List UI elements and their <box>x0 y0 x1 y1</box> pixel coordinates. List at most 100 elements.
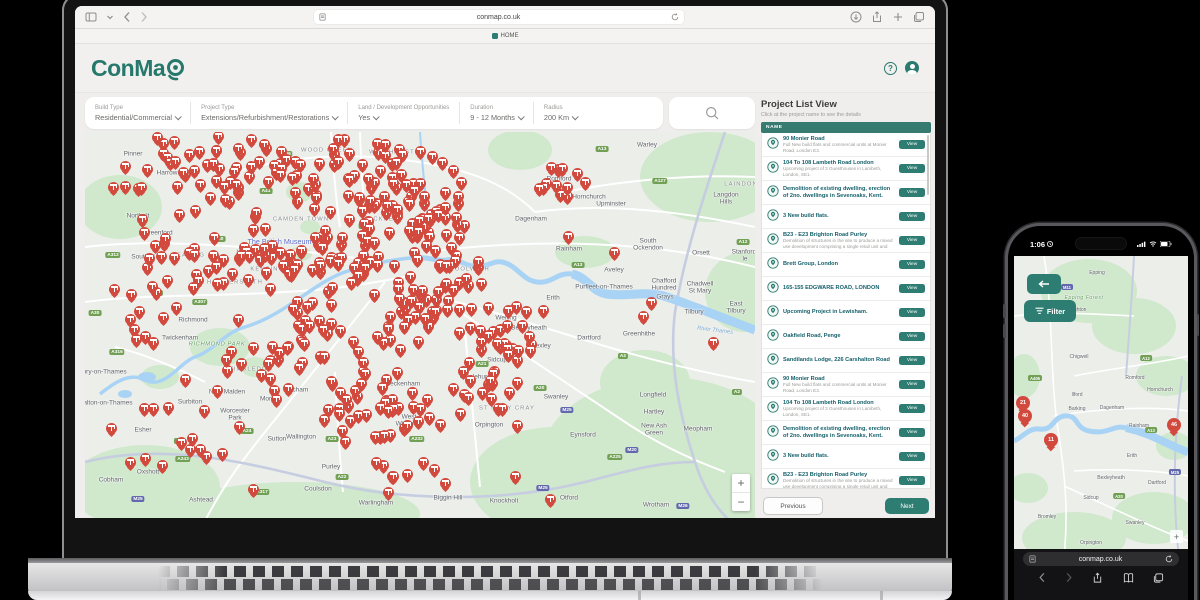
map-pin[interactable] <box>275 169 286 180</box>
map-pin[interactable] <box>524 331 535 342</box>
map-pin[interactable] <box>354 192 365 203</box>
map-pin[interactable] <box>263 176 274 187</box>
map-pin[interactable] <box>296 245 307 256</box>
map-pin[interactable] <box>304 320 315 331</box>
map-pin[interactable] <box>417 285 428 296</box>
map-pin[interactable] <box>150 240 161 251</box>
map-pin[interactable] <box>708 337 719 348</box>
map-pin[interactable] <box>372 331 383 342</box>
chevron-down-icon[interactable] <box>106 11 114 23</box>
map-pin[interactable] <box>430 245 441 256</box>
bookmark-home[interactable]: HOME <box>501 33 519 39</box>
map-pin[interactable] <box>483 302 494 313</box>
map-pin[interactable] <box>260 223 271 234</box>
map-pin[interactable] <box>299 338 310 349</box>
map-pin[interactable] <box>360 368 371 379</box>
map-pin[interactable] <box>136 182 147 193</box>
map-pin[interactable] <box>220 194 231 205</box>
map-pin[interactable] <box>156 251 167 262</box>
filter-build-type[interactable]: Build Type Residential/Commercial <box>85 102 190 124</box>
map-pin[interactable] <box>326 299 337 310</box>
map-pin[interactable] <box>190 205 201 216</box>
project-list-item[interactable]: 3 New build flats.View <box>762 445 930 469</box>
map-pin[interactable] <box>139 227 150 238</box>
map-pin[interactable] <box>172 181 183 192</box>
map-pin[interactable] <box>456 177 467 188</box>
map-pin[interactable] <box>212 385 223 396</box>
map-pin[interactable] <box>492 338 503 349</box>
map-pin[interactable] <box>194 146 205 157</box>
project-list-item[interactable]: 104 To 108 Lambeth Road LondonUpcoming p… <box>762 157 930 181</box>
map-pin[interactable] <box>315 260 326 271</box>
map-pin[interactable] <box>109 284 120 295</box>
map-pin[interactable] <box>563 231 574 242</box>
map-pin[interactable] <box>283 383 294 394</box>
map-pin[interactable] <box>391 157 402 168</box>
project-list-item[interactable]: 104 To 108 Lambeth Road LondonUpcoming p… <box>762 397 930 421</box>
map-pin[interactable] <box>510 471 521 482</box>
map-pin[interactable] <box>370 431 381 442</box>
project-title[interactable]: Upcoming Project in Lewisham. <box>783 309 895 316</box>
map-pin[interactable] <box>538 305 549 316</box>
map-pin[interactable] <box>341 394 352 405</box>
map-pin[interactable] <box>513 345 524 356</box>
map-pin[interactable] <box>430 306 441 317</box>
project-list-item[interactable]: Upcoming Project in Lewisham. View <box>762 301 930 325</box>
map-pin[interactable] <box>199 405 210 416</box>
map-pin[interactable] <box>108 182 119 193</box>
view-button[interactable]: View <box>899 236 925 245</box>
map-pin[interactable] <box>333 156 344 167</box>
map-pin[interactable] <box>248 484 259 495</box>
project-title[interactable]: 90 Monier Road <box>783 376 895 383</box>
cluster-pin[interactable]: 21 <box>1016 396 1030 410</box>
map-pin[interactable] <box>310 232 321 243</box>
project-list-item[interactable]: B23 - E23 Brighton Road PurleyDemolition… <box>762 469 930 489</box>
map-pin[interactable] <box>287 172 298 183</box>
map-pin[interactable] <box>302 301 313 312</box>
map-pin[interactable] <box>440 478 451 489</box>
map-pin[interactable] <box>419 191 430 202</box>
view-button[interactable]: View <box>899 308 925 317</box>
map-pin[interactable] <box>440 202 451 213</box>
map-pin[interactable] <box>187 433 198 444</box>
map-pin[interactable] <box>282 342 293 353</box>
project-list-item[interactable]: 90 Monier RoadFull New build flats and c… <box>762 373 930 397</box>
map-pin[interactable] <box>344 174 355 185</box>
map-pin[interactable] <box>233 143 244 154</box>
bookmarks-icon[interactable] <box>1123 572 1134 584</box>
project-title[interactable]: 3 New build flats. <box>783 213 895 220</box>
back-icon[interactable] <box>1038 572 1046 583</box>
map-pin[interactable] <box>448 383 459 394</box>
map-pin[interactable] <box>169 252 180 263</box>
map-pin[interactable] <box>221 354 232 365</box>
map-pin[interactable] <box>646 297 657 308</box>
map-pin[interactable] <box>140 453 151 464</box>
map-pin[interactable] <box>551 180 562 191</box>
map-pin[interactable] <box>246 161 257 172</box>
phone-filter-button[interactable]: Filter <box>1024 300 1076 322</box>
map-pin[interactable] <box>271 394 282 405</box>
map-pin[interactable] <box>451 212 462 223</box>
project-title[interactable]: Oakfield Road, Penge <box>783 333 895 340</box>
phone-back-button[interactable] <box>1027 274 1061 294</box>
map-pin[interactable] <box>546 162 557 173</box>
map-pin[interactable] <box>461 273 472 284</box>
map-pin[interactable] <box>357 159 368 170</box>
map-pin[interactable] <box>442 304 453 315</box>
phone-map-canvas[interactable]: Filter + EppingEpping ForestLoughtonChig… <box>1014 256 1188 549</box>
map-pin[interactable] <box>363 173 374 184</box>
project-list-item[interactable]: B23 - E23 Brighton Road PurleyDemolition… <box>762 229 930 253</box>
map-pin[interactable] <box>243 274 254 285</box>
share-icon[interactable] <box>1092 572 1103 584</box>
map-pin[interactable] <box>333 134 344 145</box>
cluster-pin[interactable]: 40 <box>1018 409 1032 423</box>
map-pin[interactable] <box>180 374 191 385</box>
map-pin[interactable] <box>384 227 395 238</box>
zoom-in-button[interactable]: + <box>732 474 750 492</box>
map-pin[interactable] <box>375 165 386 176</box>
project-title[interactable]: 104 To 108 Lambeth Road London <box>783 400 895 407</box>
project-list-item[interactable]: 165-155 EDGWARE ROAD, LONDONView <box>762 277 930 301</box>
map-pin[interactable] <box>134 306 145 317</box>
map-pin[interactable] <box>385 311 396 322</box>
map-pin[interactable] <box>162 275 173 286</box>
